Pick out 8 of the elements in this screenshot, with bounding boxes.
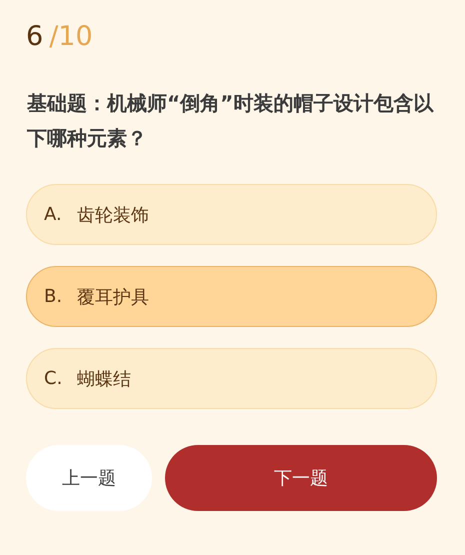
previous-button[interactable]: 上一题	[26, 445, 152, 511]
next-button[interactable]: 下一题	[165, 445, 437, 511]
question-text: 基础题：机械师“倒角”时装的帽子设计包含以下哪种元素？	[26, 90, 435, 152]
total-questions: /10	[49, 21, 93, 52]
answer-option[interactable]: B. 覆耳护具	[26, 266, 437, 327]
answer-option[interactable]: A. 齿轮装饰	[26, 184, 437, 245]
answer-option[interactable]: C. 蝴蝶结	[26, 348, 437, 409]
current-question-number: 6	[26, 21, 44, 52]
